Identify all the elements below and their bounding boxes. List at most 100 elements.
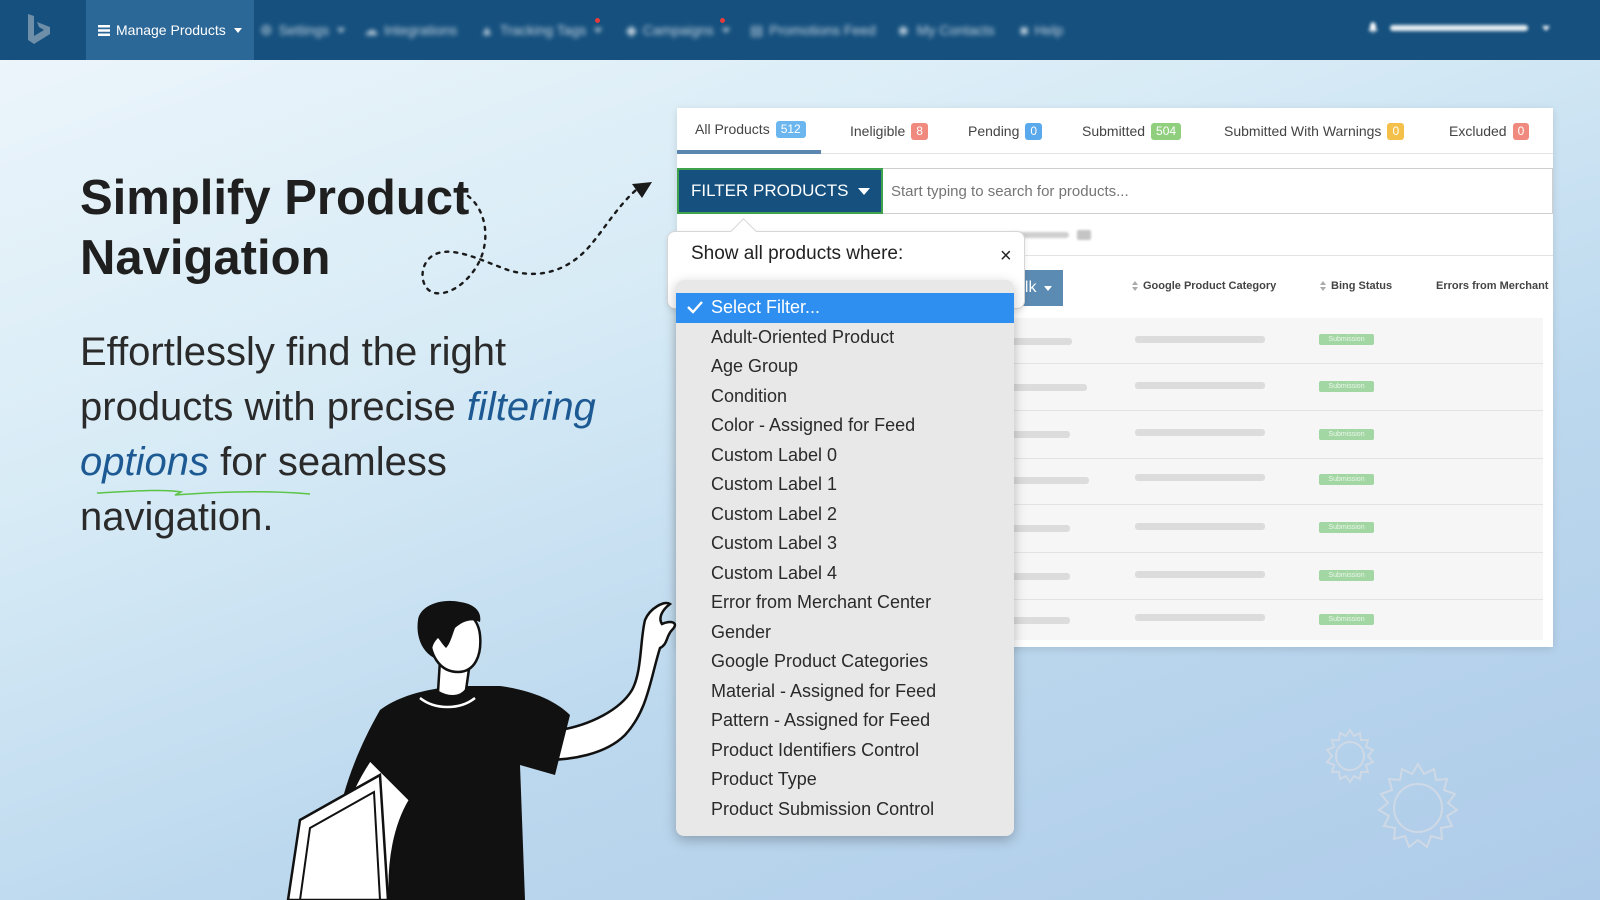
cell-placeholder <box>1007 617 1070 624</box>
filter-button-label: FILTER PRODUCTS <box>691 181 849 200</box>
users-icon: ☻ <box>896 22 911 38</box>
filter-option[interactable]: Condition <box>676 382 1014 412</box>
status-badge: Submission <box>1319 474 1374 485</box>
chart-icon: ▲ <box>480 22 494 38</box>
tag-icon: ◆ <box>626 21 637 38</box>
nav-label: My Contacts <box>916 22 995 38</box>
tab-label: Excluded <box>1449 123 1507 139</box>
nav-label: Integrations <box>384 22 458 38</box>
option-label: Product Submission Control <box>711 798 935 819</box>
filter-option[interactable]: Custom Label 1 <box>676 470 1014 500</box>
nav-manage-products[interactable]: Manage Products <box>86 0 254 60</box>
nav-tracking-tags[interactable]: ▲ Tracking Tags <box>480 0 603 60</box>
table-row[interactable]: Submission <box>1007 459 1543 505</box>
cell-placeholder <box>1135 382 1265 389</box>
sort-icon <box>1320 281 1326 291</box>
cell-placeholder <box>1007 338 1072 345</box>
filter-option[interactable]: Age Group <box>676 352 1014 382</box>
chevron-down-icon <box>721 27 730 33</box>
tab-count-badge: 504 <box>1151 122 1182 140</box>
table-row[interactable]: Submission <box>1007 505 1543 553</box>
filter-option[interactable]: Pattern - Assigned for Feed <box>676 706 1014 736</box>
filter-option[interactable]: Custom Label 3 <box>676 529 1014 559</box>
table-row[interactable]: Submission <box>1007 318 1543 364</box>
table-row[interactable]: Submission <box>1007 553 1543 600</box>
cell-placeholder <box>1007 384 1087 391</box>
tab-ineligible[interactable]: Ineligible 8 <box>850 108 928 154</box>
column-label: Errors from Merchant <box>1436 280 1549 292</box>
cell-placeholder <box>1007 525 1070 532</box>
filter-dropdown[interactable]: Select Filter... Adult-Oriented Product … <box>676 280 1014 836</box>
status-badge: Submission <box>1319 522 1374 533</box>
close-icon[interactable]: × <box>1000 245 1012 268</box>
filter-option[interactable]: Gender <box>676 618 1014 648</box>
chevron-down-icon <box>233 27 242 33</box>
notification-dot <box>595 18 600 23</box>
user-name-redacted <box>1390 25 1528 31</box>
nav-label: Help <box>1034 22 1064 38</box>
option-label: Adult-Oriented Product <box>711 326 895 347</box>
top-nav: Manage Products ⚙ Settings ☁ Integration… <box>0 0 1600 60</box>
table-row[interactable]: Submission <box>1007 364 1543 411</box>
status-badge: Submission <box>1319 614 1374 625</box>
notification-dot <box>720 18 725 23</box>
cell-placeholder <box>1007 573 1070 580</box>
option-label: Color - Assigned for Feed <box>711 415 916 436</box>
tab-excluded[interactable]: Excluded 0 <box>1449 108 1530 154</box>
bing-logo[interactable] <box>24 12 56 46</box>
nav-my-contacts[interactable]: ☻ My Contacts <box>896 0 995 60</box>
nav-campaigns[interactable]: ◆ Campaigns <box>626 0 730 60</box>
column-header-errors[interactable]: Errors from Merchant <box>1436 280 1548 292</box>
dashed-arrow-decoration <box>421 182 652 295</box>
option-label: Google Product Categories <box>711 651 929 672</box>
option-label: Select Filter... <box>711 297 821 318</box>
option-label: Custom Label 2 <box>711 503 838 524</box>
filter-option[interactable]: Product Submission Control <box>676 795 1014 825</box>
table-row[interactable]: Submission <box>1007 600 1543 640</box>
status-badge: Submission <box>1319 381 1374 392</box>
chevron-down-icon <box>1542 25 1550 31</box>
filter-option[interactable]: Custom Label 4 <box>676 559 1014 589</box>
column-header-bing-status[interactable]: Bing Status <box>1320 280 1392 292</box>
person-illustration <box>286 600 677 900</box>
status-badge: Submission <box>1319 429 1374 440</box>
filter-option[interactable]: Adult-Oriented Product <box>676 323 1014 353</box>
gear-icon: ⚙ <box>260 21 273 38</box>
nav-settings[interactable]: ⚙ Settings <box>260 0 346 60</box>
nav-label: Settings <box>278 22 330 38</box>
hero-body: Effortlessly find the right products wit… <box>80 325 640 545</box>
status-badge: Submission <box>1319 570 1374 581</box>
tab-pending[interactable]: Pending 0 <box>968 108 1043 154</box>
cell-placeholder <box>1007 477 1089 484</box>
tab-count-badge: 0 <box>1025 122 1043 140</box>
bell-icon <box>1368 22 1378 34</box>
filter-option[interactable]: Product Identifiers Control <box>676 736 1014 766</box>
column-label: Google Product Category <box>1143 280 1277 292</box>
tab-all-products[interactable]: All Products 512 <box>677 108 821 154</box>
column-header-google-category[interactable]: Google Product Category <box>1132 280 1276 292</box>
filter-option-select[interactable]: Select Filter... <box>676 293 1014 323</box>
filter-option[interactable]: Color - Assigned for Feed <box>676 411 1014 441</box>
hero-body-text: Effortlessly find the right products wit… <box>80 330 507 429</box>
nav-integrations[interactable]: ☁ Integrations <box>364 0 457 60</box>
chevron-down-icon <box>858 187 871 195</box>
option-label: Pattern - Assigned for Feed <box>711 710 931 731</box>
nav-help[interactable]: ■ Help <box>1020 0 1063 60</box>
filter-products-button[interactable]: FILTER PRODUCTS <box>677 168 883 214</box>
table-row[interactable]: Submission <box>1007 411 1543 459</box>
nav-promotions-feed[interactable]: ▤ Promotions Feed <box>750 0 876 60</box>
filter-option[interactable]: Custom Label 0 <box>676 441 1014 471</box>
product-search-input[interactable] <box>883 168 1553 214</box>
filter-option[interactable]: Custom Label 2 <box>676 500 1014 530</box>
tab-submitted-with-warnings[interactable]: Submitted With Warnings 0 <box>1224 108 1405 154</box>
option-label: Product Identifiers Control <box>711 739 920 760</box>
filter-option[interactable]: Product Type <box>676 765 1014 795</box>
tab-count-badge: 0 <box>1387 122 1405 140</box>
tab-submitted[interactable]: Submitted 504 <box>1082 108 1182 154</box>
cell-placeholder <box>1135 523 1265 530</box>
check-icon <box>687 301 703 314</box>
user-menu[interactable] <box>1368 22 1550 34</box>
filter-option[interactable]: Google Product Categories <box>676 647 1014 677</box>
filter-option[interactable]: Error from Merchant Center <box>676 588 1014 618</box>
filter-option[interactable]: Material - Assigned for Feed <box>676 677 1014 707</box>
